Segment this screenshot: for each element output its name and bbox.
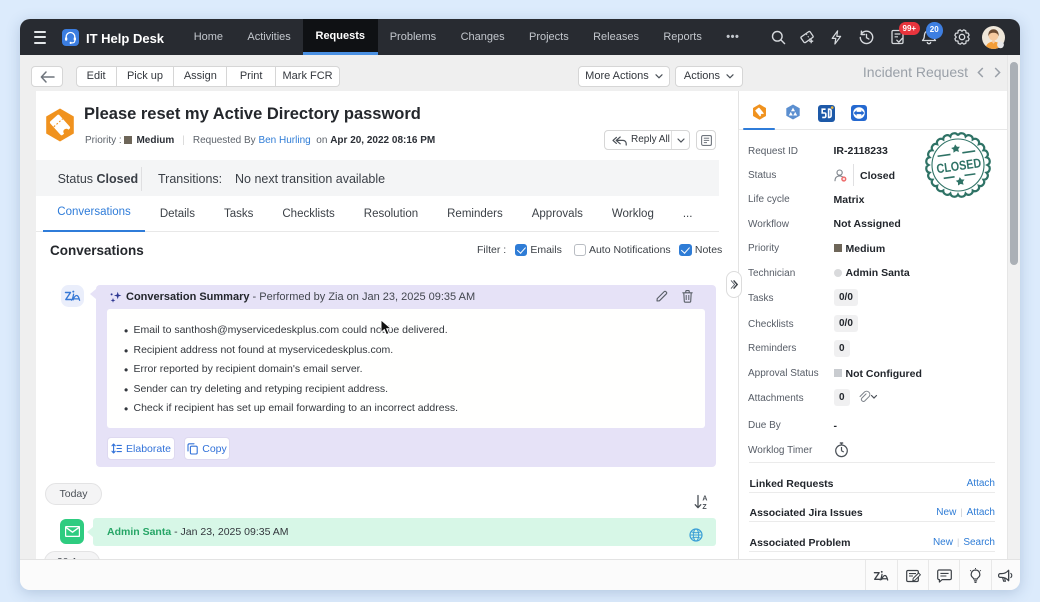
svg-text:A: A <box>702 495 707 502</box>
svg-text:Z: Z <box>702 504 707 510</box>
